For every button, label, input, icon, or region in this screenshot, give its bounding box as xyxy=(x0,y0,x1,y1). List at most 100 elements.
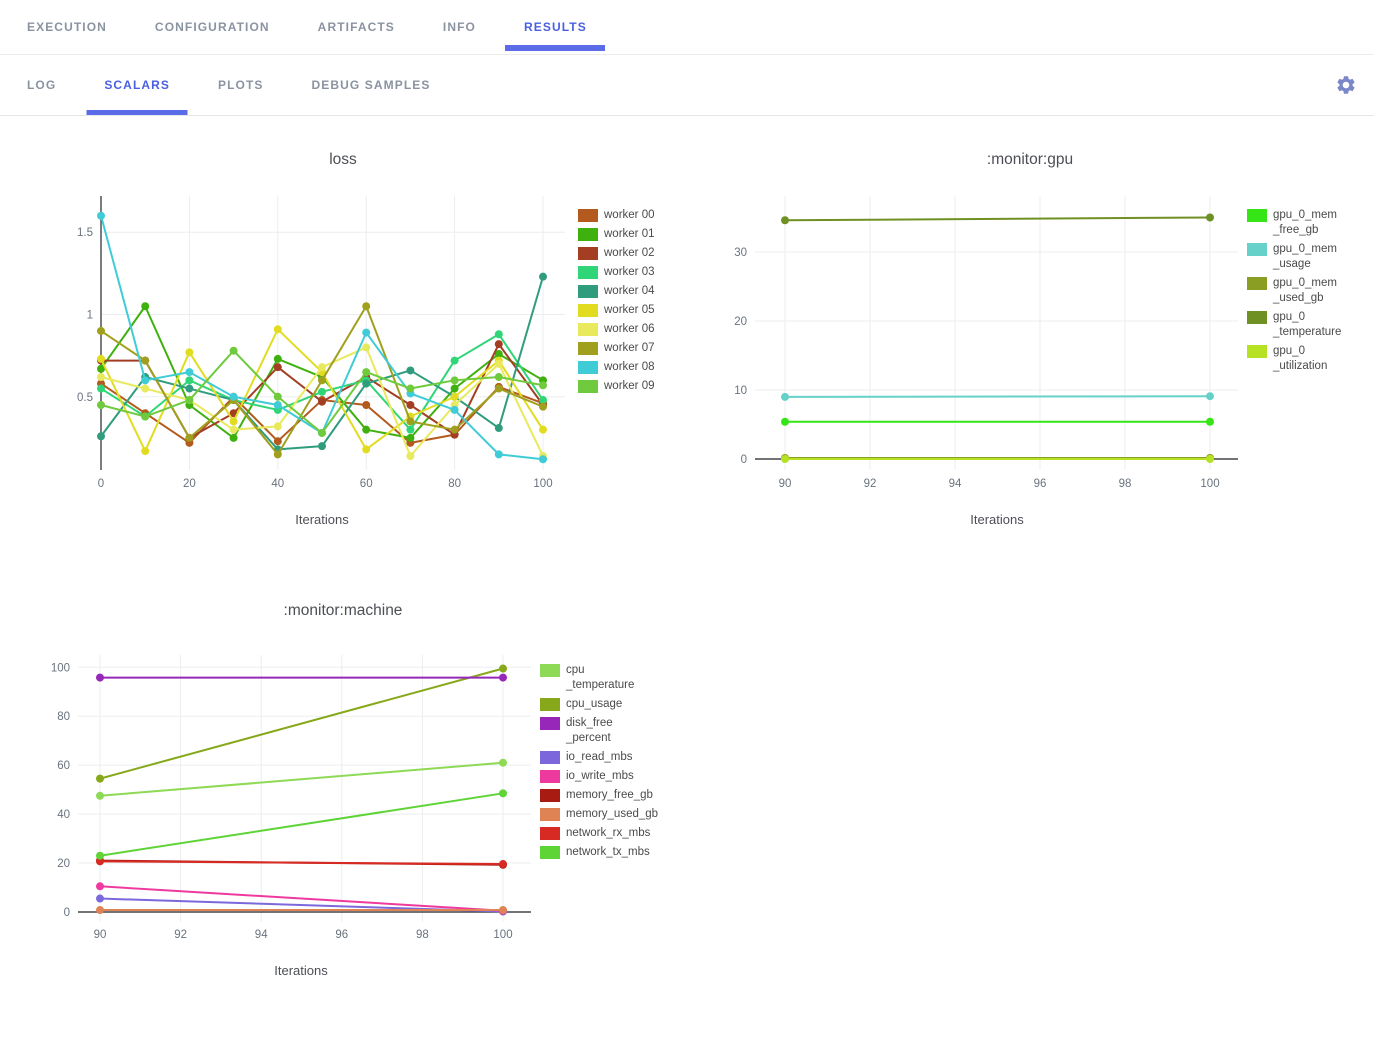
data-point-worker-05[interactable] xyxy=(185,348,193,356)
data-point-worker-07[interactable] xyxy=(185,434,193,442)
legend-item-worker-00[interactable]: worker 00 xyxy=(578,208,688,223)
data-point-gpu-0-mem-usage[interactable] xyxy=(1206,392,1214,400)
data-point-worker-01[interactable] xyxy=(451,385,459,393)
data-point-cpu-temperature[interactable] xyxy=(96,792,104,800)
data-point-worker-06[interactable] xyxy=(141,385,149,393)
data-point-worker-01[interactable] xyxy=(274,355,282,363)
data-point-worker-08[interactable] xyxy=(539,455,547,463)
legend-item-worker-03[interactable]: worker 03 xyxy=(578,265,688,280)
data-point-worker-09[interactable] xyxy=(97,401,105,409)
data-point-worker-00[interactable] xyxy=(274,437,282,445)
legend-item-worker-07[interactable]: worker 07 xyxy=(578,341,688,356)
legend-item-disk-free-percent[interactable]: disk_free_percent xyxy=(540,716,650,746)
data-point-worker-02[interactable] xyxy=(495,340,503,348)
legend-item-cpu-temperature[interactable]: cpu_temperature xyxy=(540,663,650,693)
data-point-cpu-temperature[interactable] xyxy=(499,759,507,767)
data-point-cpu-usage[interactable] xyxy=(96,775,104,783)
data-point-worker-09[interactable] xyxy=(495,373,503,381)
data-point-worker-06[interactable] xyxy=(274,422,282,430)
data-point-worker-03[interactable] xyxy=(451,357,459,365)
data-point-worker-03[interactable] xyxy=(185,376,193,384)
tab-artifacts[interactable]: ARTIFACTS xyxy=(294,0,419,54)
data-point-worker-04[interactable] xyxy=(362,380,370,388)
data-point-worker-04[interactable] xyxy=(97,432,105,440)
legend-item-worker-02[interactable]: worker 02 xyxy=(578,246,688,261)
data-point-disk-free-percent[interactable] xyxy=(499,674,507,682)
data-point-worker-09[interactable] xyxy=(451,376,459,384)
legend-item-cpu-usage[interactable]: cpu_usage xyxy=(540,697,650,712)
legend-item-worker-04[interactable]: worker 04 xyxy=(578,284,688,299)
legend-item-worker-09[interactable]: worker 09 xyxy=(578,379,688,394)
data-point-gpu-0-temperature[interactable] xyxy=(1206,214,1214,222)
data-point-worker-05[interactable] xyxy=(97,355,105,363)
data-point-worker-03[interactable] xyxy=(495,330,503,338)
data-point-gpu-0-mem-free-gb[interactable] xyxy=(1206,418,1214,426)
data-point-worker-01[interactable] xyxy=(141,302,149,310)
data-point-worker-01[interactable] xyxy=(230,434,238,442)
data-point-gpu-0-temperature[interactable] xyxy=(781,216,789,224)
data-point-worker-07[interactable] xyxy=(451,426,459,434)
tab-execution[interactable]: EXECUTION xyxy=(3,0,131,54)
data-point-worker-09[interactable] xyxy=(406,385,414,393)
data-point-worker-08[interactable] xyxy=(362,329,370,337)
data-point-network-rx-mbs[interactable] xyxy=(499,860,507,868)
data-point-io-read-mbs[interactable] xyxy=(96,895,104,903)
data-point-worker-07[interactable] xyxy=(495,385,503,393)
data-point-worker-07[interactable] xyxy=(362,302,370,310)
data-point-worker-04[interactable] xyxy=(318,442,326,450)
data-point-worker-09[interactable] xyxy=(539,381,547,389)
settings-button[interactable] xyxy=(1335,74,1357,96)
data-point-worker-05[interactable] xyxy=(539,426,547,434)
data-point-worker-06[interactable] xyxy=(230,426,238,434)
data-point-memory-used-gb[interactable] xyxy=(499,906,507,914)
data-point-worker-05[interactable] xyxy=(274,325,282,333)
data-point-gpu-0-mem-free-gb[interactable] xyxy=(781,418,789,426)
legend-item-worker-08[interactable]: worker 08 xyxy=(578,360,688,375)
data-point-gpu-0-utilization[interactable] xyxy=(781,455,789,463)
legend-item-worker-05[interactable]: worker 05 xyxy=(578,303,688,318)
legend-item-io-write-mbs[interactable]: io_write_mbs xyxy=(540,769,650,784)
data-point-worker-04[interactable] xyxy=(185,385,193,393)
data-point-worker-00[interactable] xyxy=(362,401,370,409)
data-point-worker-07[interactable] xyxy=(97,327,105,335)
tab-plots[interactable]: PLOTS xyxy=(194,55,288,115)
tab-debug-samples[interactable]: DEBUG SAMPLES xyxy=(288,55,455,115)
data-point-worker-08[interactable] xyxy=(230,393,238,401)
legend-item-gpu-0-utilization[interactable]: gpu_0_utilization xyxy=(1247,344,1357,374)
data-point-worker-04[interactable] xyxy=(495,424,503,432)
tab-info[interactable]: INFO xyxy=(419,0,500,54)
data-point-worker-06[interactable] xyxy=(495,360,503,368)
data-point-worker-09[interactable] xyxy=(230,347,238,355)
data-point-worker-09[interactable] xyxy=(185,396,193,404)
data-point-network-tx-mbs[interactable] xyxy=(96,852,104,860)
data-point-network-tx-mbs[interactable] xyxy=(499,789,507,797)
data-point-worker-04[interactable] xyxy=(406,366,414,374)
data-point-worker-07[interactable] xyxy=(406,417,414,425)
data-point-io-write-mbs[interactable] xyxy=(96,882,104,890)
data-point-worker-02[interactable] xyxy=(318,398,326,406)
data-point-worker-08[interactable] xyxy=(495,450,503,458)
data-point-worker-05[interactable] xyxy=(451,393,459,401)
data-point-worker-03[interactable] xyxy=(97,385,105,393)
data-point-worker-06[interactable] xyxy=(318,363,326,371)
legend-item-gpu-0-mem-usage[interactable]: gpu_0_mem_usage xyxy=(1247,242,1357,272)
data-point-worker-07[interactable] xyxy=(318,376,326,384)
data-point-worker-09[interactable] xyxy=(318,429,326,437)
data-point-worker-02[interactable] xyxy=(274,363,282,371)
data-point-disk-free-percent[interactable] xyxy=(96,674,104,682)
data-point-worker-06[interactable] xyxy=(97,373,105,381)
legend-item-worker-06[interactable]: worker 06 xyxy=(578,322,688,337)
tab-configuration[interactable]: CONFIGURATION xyxy=(131,0,294,54)
tab-results[interactable]: RESULTS xyxy=(500,0,611,54)
legend-item-network-rx-mbs[interactable]: network_rx_mbs xyxy=(540,826,650,841)
legend-item-network-tx-mbs[interactable]: network_tx_mbs xyxy=(540,845,650,860)
data-point-gpu-0-mem-usage[interactable] xyxy=(781,393,789,401)
data-point-worker-05[interactable] xyxy=(362,445,370,453)
legend-item-memory-free-gb[interactable]: memory_free_gb xyxy=(540,788,650,803)
data-point-gpu-0-utilization[interactable] xyxy=(1206,455,1214,463)
data-point-worker-08[interactable] xyxy=(274,401,282,409)
legend-item-io-read-mbs[interactable]: io_read_mbs xyxy=(540,750,650,765)
tab-scalars[interactable]: SCALARS xyxy=(80,55,194,115)
data-point-cpu-usage[interactable] xyxy=(499,665,507,673)
tab-log[interactable]: LOG xyxy=(3,55,80,115)
